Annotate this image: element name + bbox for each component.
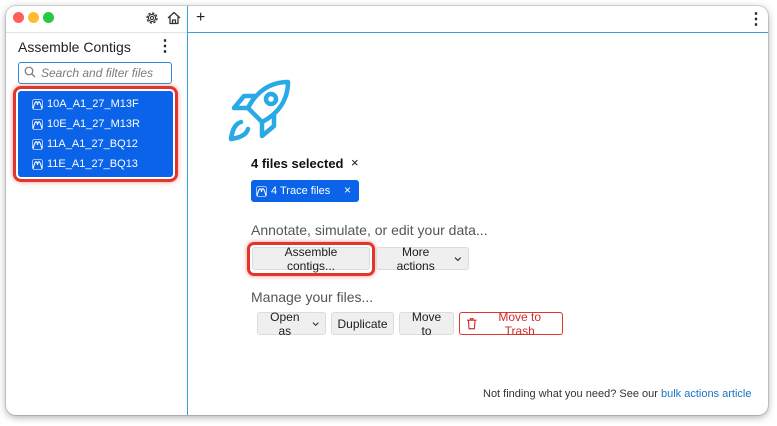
remove-chip-icon[interactable]: × — [344, 183, 351, 197]
main-panel: + ⋮ 4 files selected × 4 Trace files × A… — [188, 6, 768, 415]
selection-title: 4 files selected — [251, 156, 344, 171]
more-menu-icon[interactable]: ⋮ — [748, 9, 764, 29]
sidebar-title: Assemble Contigs — [18, 39, 131, 55]
bulk-actions-link[interactable]: bulk actions article — [661, 388, 752, 400]
file-name: 10E_A1_27_M13R — [47, 118, 140, 130]
sidebar: Assemble Contigs ⋮ 10A_A1_27_M13F 10E_A1… — [6, 6, 188, 415]
chevron-down-icon — [454, 256, 462, 261]
selected-files-highlight: 10A_A1_27_M13F 10E_A1_27_M13R 11A_A1_27_… — [13, 86, 178, 182]
manage-section-label: Manage your files... — [251, 289, 374, 305]
trace-file-icon — [32, 118, 43, 130]
trace-file-icon — [32, 138, 43, 150]
home-icon[interactable] — [166, 10, 182, 26]
more-actions-button[interactable]: More actions — [376, 244, 469, 273]
assemble-contigs-button[interactable]: Assemble contigs... — [252, 245, 370, 273]
app-window: Assemble Contigs ⋮ 10A_A1_27_M13F 10E_A1… — [6, 6, 768, 415]
trace-file-icon — [256, 185, 267, 197]
sidebar-menu-icon[interactable]: ⋮ — [157, 38, 173, 56]
list-item[interactable]: 11E_A1_27_BQ13 — [18, 154, 173, 174]
file-name: 11A_A1_27_BQ12 — [47, 138, 138, 150]
search-input[interactable] — [41, 65, 169, 81]
more-actions-label: More actions — [396, 244, 435, 273]
minimize-window-button[interactable] — [28, 12, 39, 23]
trash-icon — [466, 318, 477, 330]
chevron-down-icon — [312, 321, 319, 326]
move-to-button[interactable]: Move to — [399, 310, 454, 338]
footer-text: Not finding what you need? See our — [483, 388, 661, 400]
annotate-section-label: Annotate, simulate, or edit your data... — [251, 222, 488, 238]
search-box — [18, 62, 172, 84]
open-as-label: Open as — [270, 309, 300, 338]
gear-icon[interactable] — [144, 10, 160, 26]
sidebar-toolbar — [6, 6, 187, 33]
file-name: 10A_A1_27_M13F — [47, 98, 139, 110]
list-item[interactable]: 10A_A1_27_M13F — [18, 94, 173, 114]
trace-file-icon — [32, 98, 43, 110]
move-to-trash-button[interactable]: Move to Trash — [459, 309, 563, 338]
new-tab-button[interactable]: + — [196, 9, 205, 27]
duplicate-button[interactable]: Duplicate — [331, 312, 394, 335]
rocket-icon — [228, 79, 291, 142]
help-footer: Not finding what you need? See our bulk … — [483, 388, 751, 400]
list-item[interactable]: 10E_A1_27_M13R — [18, 114, 173, 134]
tab-bar: + ⋮ — [188, 6, 768, 33]
close-window-button[interactable] — [13, 12, 24, 23]
zoom-window-button[interactable] — [43, 12, 54, 23]
clear-selection-icon[interactable]: × — [351, 155, 359, 170]
file-name: 11E_A1_27_BQ13 — [47, 158, 138, 170]
file-type-chip[interactable]: 4 Trace files × — [251, 180, 359, 202]
trace-file-icon — [32, 158, 43, 170]
chip-label: 4 Trace files — [271, 185, 331, 197]
search-icon — [24, 66, 36, 78]
move-to-trash-label: Move to Trash — [498, 309, 542, 338]
list-item[interactable]: 11A_A1_27_BQ12 — [18, 134, 173, 154]
file-list: 10A_A1_27_M13F 10E_A1_27_M13R 11A_A1_27_… — [18, 91, 173, 177]
open-as-button[interactable]: Open as — [257, 309, 326, 338]
